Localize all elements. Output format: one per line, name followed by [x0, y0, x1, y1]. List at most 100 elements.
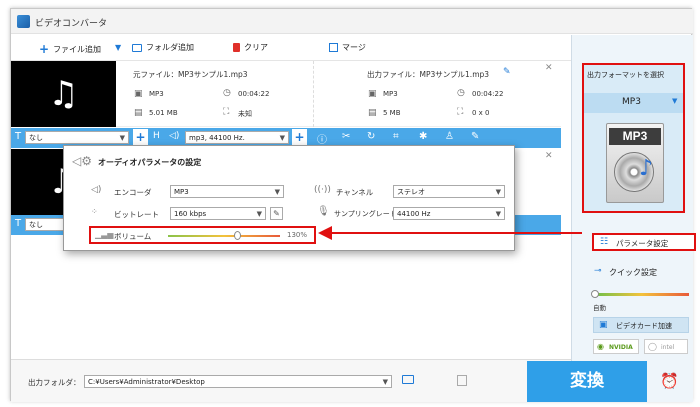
plus-icon: + — [39, 42, 50, 56]
folder-settings-icon[interactable] — [457, 375, 467, 386]
format-icon: ▣ — [134, 89, 143, 99]
dialog-title: オーディオパラメータの設定 — [98, 158, 202, 167]
audio-track-select[interactable]: mp3, 44100 Hz. ▼ — [185, 131, 289, 144]
output-size: 5 MB — [383, 109, 401, 117]
source-duration: 00:04:22 — [238, 90, 270, 98]
trash-icon — [233, 43, 240, 52]
close-icon[interactable]: ✕ — [545, 63, 553, 73]
convert-button[interactable]: 変換 — [527, 361, 647, 402]
info-icon[interactable]: ⓘ — [317, 131, 327, 146]
app-logo-icon — [17, 15, 30, 28]
mp3-file-icon: MP3 ♪ — [606, 123, 664, 203]
music-note-icon: ♫ — [48, 74, 79, 114]
merge-icon — [329, 43, 338, 52]
nvidia-badge[interactable]: ◉ NVIDIA — [593, 339, 639, 354]
quality-slider[interactable] — [591, 290, 689, 298]
encoder-icon: ◁) — [91, 185, 102, 195]
resolution-icon: ⛶ — [223, 107, 230, 117]
output-resolution: 0 x 0 — [472, 109, 490, 117]
samplerate-label: サンプリングレート — [334, 210, 397, 218]
channel-label: チャンネル — [336, 188, 374, 197]
intel-badge[interactable]: ◯ intel — [644, 339, 688, 354]
cut-icon[interactable]: ✂ — [342, 131, 350, 142]
source-file-label: 元ファイル：MP3サンプル1.mp3 — [133, 70, 248, 79]
auto-label: 自動 — [593, 304, 606, 312]
edit-icon[interactable]: ✎ — [503, 67, 511, 77]
source-resolution: 未知 — [238, 110, 252, 118]
clear-button[interactable]: クリア — [233, 42, 268, 53]
subtitle-select[interactable]: なし ▼ — [25, 131, 129, 144]
right-panel: 出力フォーマットを選択 MP3 ▼ MP3 ♪ ☷ パラメータ設定 ⊸ クイック… — [571, 35, 696, 402]
chevron-down-icon: ▼ — [382, 377, 388, 386]
subtitle-icon: T — [15, 218, 22, 229]
open-folder-icon[interactable] — [402, 375, 414, 384]
chevron-down-icon: ▼ — [672, 97, 678, 105]
add-audio-button[interactable]: + — [292, 129, 307, 145]
add-subtitle-button[interactable]: + — [133, 129, 148, 145]
footer-bar: 出力フォルダ： C:¥Users¥Administrator¥Desktop ▼ — [11, 359, 571, 402]
encoder-label: エンコーダ — [114, 188, 152, 197]
volume-slider[interactable] — [168, 231, 280, 240]
effects-icon[interactable]: ✱ — [419, 131, 427, 142]
chevron-down-icon: ▼ — [256, 209, 262, 218]
add-file-dropdown-icon[interactable]: ▼ — [115, 43, 121, 52]
quick-settings-icon: ⊸ — [594, 266, 602, 276]
add-file-button[interactable]: + ファイル追加 — [39, 42, 101, 56]
alarm-clock-icon[interactable]: ⏰ — [660, 372, 679, 390]
file-item: ♫ 元ファイル：MP3サンプル1.mp3 ▣ MP3 ◷ 00:04:22 ▤ … — [11, 61, 561, 127]
subtitle-edit-icon[interactable]: ✎ — [471, 131, 479, 142]
samplerate-select[interactable]: 44100 Hz ▼ — [393, 207, 505, 220]
parameter-settings-button[interactable]: ☷ パラメータ設定 — [592, 233, 696, 251]
settings-sliders-icon: ☷ — [600, 237, 609, 247]
chevron-down-icon: ▼ — [119, 133, 125, 142]
format-name: MP3 — [622, 97, 641, 107]
output-duration: 00:04:22 — [472, 90, 504, 98]
music-thumbnail: ♫ — [11, 61, 116, 127]
output-format-title: 出力フォーマットを選択 — [587, 71, 664, 79]
subtitle-select[interactable]: なし — [25, 218, 65, 231]
merge-button[interactable]: マージ — [329, 42, 366, 53]
chevron-down-icon: ▼ — [274, 187, 280, 196]
window-title: ビデオコンバータ — [35, 19, 108, 29]
title-bar: ビデオコンバータ — [11, 9, 693, 34]
toolbar: + ファイル追加 ▼ フォルダ追加 クリア マージ — [11, 35, 571, 61]
music-note-icon: ♪ — [639, 156, 654, 181]
volume-value: 130% — [287, 231, 308, 239]
bitrate-select[interactable]: 160 kbps ▼ — [170, 207, 266, 220]
source-size: 5.01 MB — [149, 109, 178, 117]
output-format: MP3 — [383, 90, 398, 98]
chevron-down-icon: ▼ — [495, 209, 501, 218]
encoder-select[interactable]: MP3 ▼ — [170, 185, 284, 198]
output-format-selector[interactable]: 出力フォーマットを選択 MP3 ▼ MP3 ♪ — [582, 63, 685, 213]
add-folder-button[interactable]: フォルダ追加 — [132, 42, 194, 53]
crop-icon[interactable]: ⌗ — [393, 131, 399, 142]
bitrate-icon: ⁘ — [91, 207, 98, 216]
slider-thumb[interactable] — [591, 290, 599, 298]
speaker-icon: ◁) — [169, 131, 180, 141]
gpu-accel-button[interactable]: ▣ ビデオカード加速 — [593, 317, 689, 333]
channel-icon: ((·)) — [314, 185, 331, 195]
file-size-icon: ▤ — [134, 108, 143, 118]
arrow-divider — [313, 61, 314, 127]
rotate-icon[interactable]: ↻ — [367, 131, 375, 142]
hard-subtitle-icon[interactable]: H — [153, 131, 160, 141]
quick-settings-label: クイック設定 — [609, 268, 657, 277]
source-format: MP3 — [149, 90, 164, 98]
close-icon[interactable]: ✕ — [545, 151, 553, 161]
output-folder-select[interactable]: C:¥Users¥Administrator¥Desktop ▼ — [84, 375, 392, 388]
watermark-icon[interactable]: ♙ — [445, 131, 454, 142]
output-folder-label: 出力フォルダ： — [28, 378, 81, 387]
edit-bitrate-icon[interactable]: ✎ — [270, 207, 283, 220]
volume-bars-icon: ▁▃▅ — [95, 230, 114, 239]
output-format-icon: ▣ — [368, 89, 377, 99]
audio-parameter-dialog: ◁⚙ オーディオパラメータの設定 ◁) エンコーダ MP3 ▼ ((·)) チャン… — [63, 145, 515, 251]
intel-logo-icon: ◯ — [648, 342, 657, 351]
output-resolution-icon: ⛶ — [457, 107, 464, 117]
annotation-arrow — [330, 232, 582, 234]
volume-label: ボリューム — [114, 232, 152, 241]
annotation-arrowhead — [318, 226, 332, 240]
chip-icon: ▣ — [599, 320, 608, 330]
channel-select[interactable]: ステレオ ▼ — [393, 185, 505, 198]
clock-icon: ◷ — [223, 88, 231, 98]
output-clock-icon: ◷ — [457, 88, 465, 98]
